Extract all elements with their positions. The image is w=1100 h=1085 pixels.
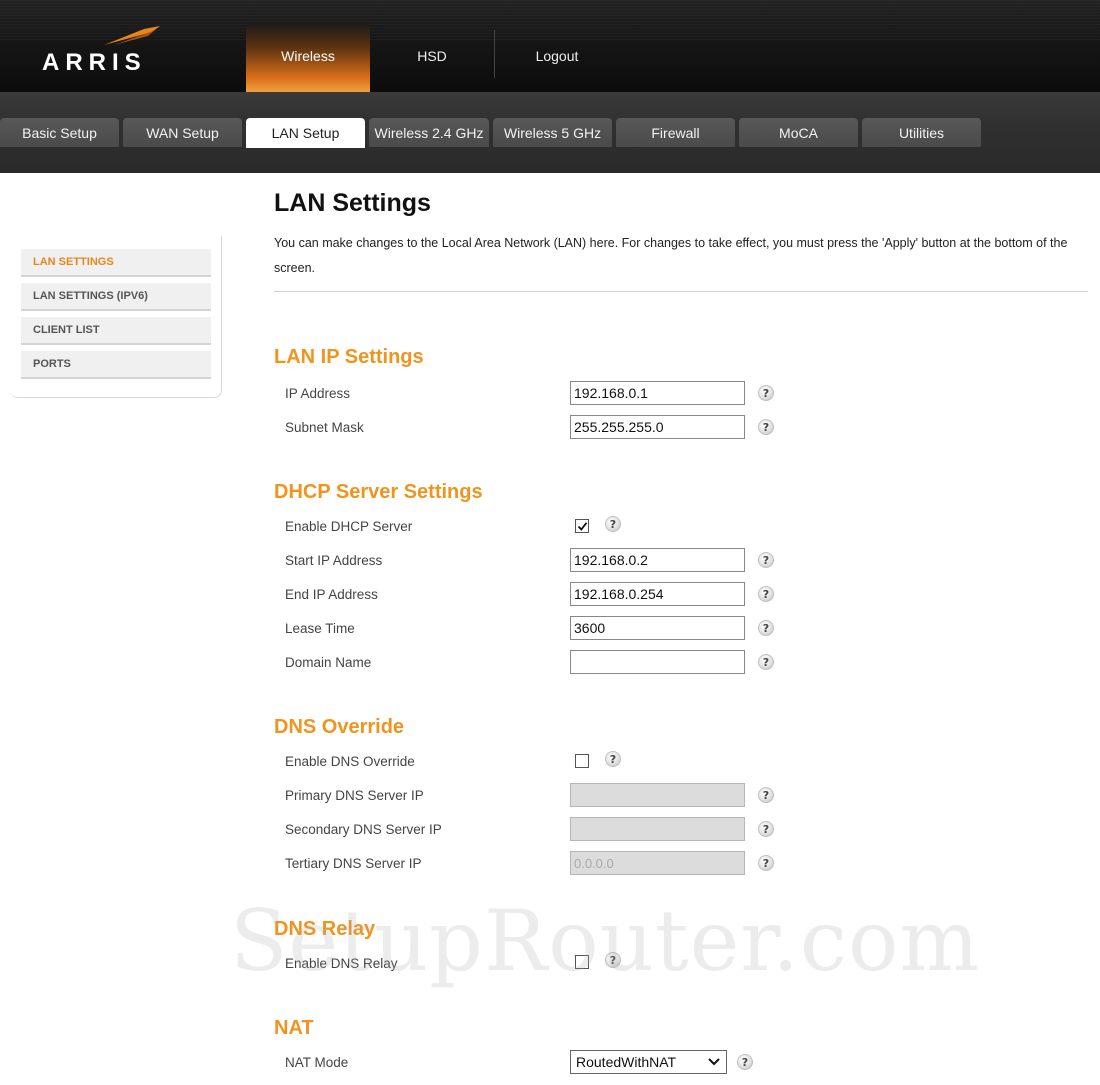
intro-text: You can make changes to the Local Area N…	[274, 236, 1068, 275]
help-icon[interactable]: ?	[758, 385, 774, 401]
section-dhcp-server-settings: DHCP Server Settings	[274, 481, 483, 503]
end-ip-input[interactable]	[570, 582, 745, 606]
divider	[274, 291, 1088, 292]
tertiary-dns-label: Tertiary DNS Server IP	[285, 856, 422, 871]
logo-swoosh-icon	[104, 26, 160, 45]
checkmark-icon	[577, 521, 587, 531]
page-title: LAN Settings	[274, 189, 431, 217]
help-icon[interactable]: ?	[758, 552, 774, 568]
help-icon[interactable]: ?	[605, 751, 621, 767]
nav-hsd[interactable]: HSD	[370, 22, 494, 92]
end-ip-label: End IP Address	[285, 587, 378, 602]
subnet-mask-input[interactable]	[570, 415, 745, 439]
domain-name-input[interactable]	[570, 650, 745, 674]
help-icon[interactable]: ?	[758, 855, 774, 871]
secondary-dns-input[interactable]	[570, 817, 745, 841]
tertiary-dns-input[interactable]	[570, 851, 745, 875]
help-icon[interactable]: ?	[758, 654, 774, 670]
section-dns-override: DNS Override	[274, 716, 405, 738]
help-icon[interactable]: ?	[737, 1054, 753, 1070]
sub-nav-tabs: Basic Setup WAN Setup LAN Setup Wireless…	[0, 118, 985, 148]
enable-dns-relay-checkbox[interactable]	[575, 955, 589, 969]
section-lan-ip-settings: LAN IP Settings	[274, 346, 424, 368]
nat-mode-value: RoutedWithNAT	[576, 1054, 677, 1070]
subnet-mask-label: Subnet Mask	[285, 420, 364, 435]
enable-dns-relay-label: Enable DNS Relay	[285, 956, 398, 971]
start-ip-label: Start IP Address	[285, 553, 383, 568]
help-icon[interactable]: ?	[758, 787, 774, 803]
tab-moca[interactable]: MoCA	[739, 118, 858, 147]
sidebar-item-lan-settings-ipv6[interactable]: LAN SETTINGS (IPV6)	[21, 283, 211, 311]
tab-utilities[interactable]: Utilities	[862, 118, 981, 147]
tab-firewall[interactable]: Firewall	[616, 118, 735, 147]
secondary-dns-label: Secondary DNS Server IP	[285, 822, 442, 837]
chevron-down-icon	[708, 1058, 720, 1066]
nav-wireless[interactable]: Wireless	[246, 22, 370, 92]
main-nav: Wireless HSD Logout	[246, 22, 619, 92]
help-icon[interactable]: ?	[605, 516, 621, 532]
help-icon[interactable]: ?	[758, 586, 774, 602]
sidebar-item-ports[interactable]: PORTS	[21, 351, 211, 379]
enable-dhcp-label: Enable DHCP Server	[285, 519, 413, 534]
start-ip-input[interactable]	[570, 548, 745, 572]
tab-wan-setup[interactable]: WAN Setup	[123, 118, 242, 147]
primary-dns-input[interactable]	[570, 783, 745, 807]
section-nat: NAT	[274, 1017, 314, 1039]
tab-lan-setup[interactable]: LAN Setup	[246, 118, 365, 148]
section-dns-relay: DNS Relay	[274, 918, 376, 940]
help-icon[interactable]: ?	[758, 419, 774, 435]
enable-dns-override-checkbox[interactable]	[575, 754, 589, 768]
domain-name-label: Domain Name	[285, 655, 372, 670]
arris-logo: ARRIS	[42, 26, 167, 76]
tab-basic-setup[interactable]: Basic Setup	[0, 118, 119, 147]
top-header: ARRIS Wireless HSD Logout	[0, 0, 1100, 92]
lease-time-label: Lease Time	[285, 621, 355, 636]
nat-mode-select[interactable]: RoutedWithNAT	[570, 1050, 727, 1074]
primary-dns-label: Primary DNS Server IP	[285, 788, 424, 803]
tab-wireless-5ghz[interactable]: Wireless 5 GHz	[493, 118, 612, 147]
tab-wireless-24ghz[interactable]: Wireless 2.4 GHz	[369, 118, 489, 147]
sub-nav-bar: Basic Setup WAN Setup LAN Setup Wireless…	[0, 92, 1100, 173]
nat-mode-label: NAT Mode	[285, 1055, 349, 1070]
ip-address-label: IP Address	[285, 386, 351, 401]
enable-dns-override-label: Enable DNS Override	[285, 754, 415, 769]
nav-logout[interactable]: Logout	[495, 22, 619, 92]
sidebar-item-lan-settings[interactable]: LAN SETTINGS	[21, 249, 211, 277]
help-icon[interactable]: ?	[605, 952, 621, 968]
help-icon[interactable]: ?	[758, 620, 774, 636]
enable-dhcp-checkbox[interactable]	[575, 519, 589, 533]
help-icon[interactable]: ?	[758, 821, 774, 837]
watermark: SetupRouter.com	[230, 892, 981, 990]
sidebar: LAN SETTINGS LAN SETTINGS (IPV6) CLIENT …	[10, 236, 222, 398]
sidebar-item-client-list[interactable]: CLIENT LIST	[21, 317, 211, 345]
ip-address-input[interactable]	[570, 381, 745, 405]
lease-time-input[interactable]	[570, 616, 745, 640]
logo-text: ARRIS	[42, 49, 147, 76]
